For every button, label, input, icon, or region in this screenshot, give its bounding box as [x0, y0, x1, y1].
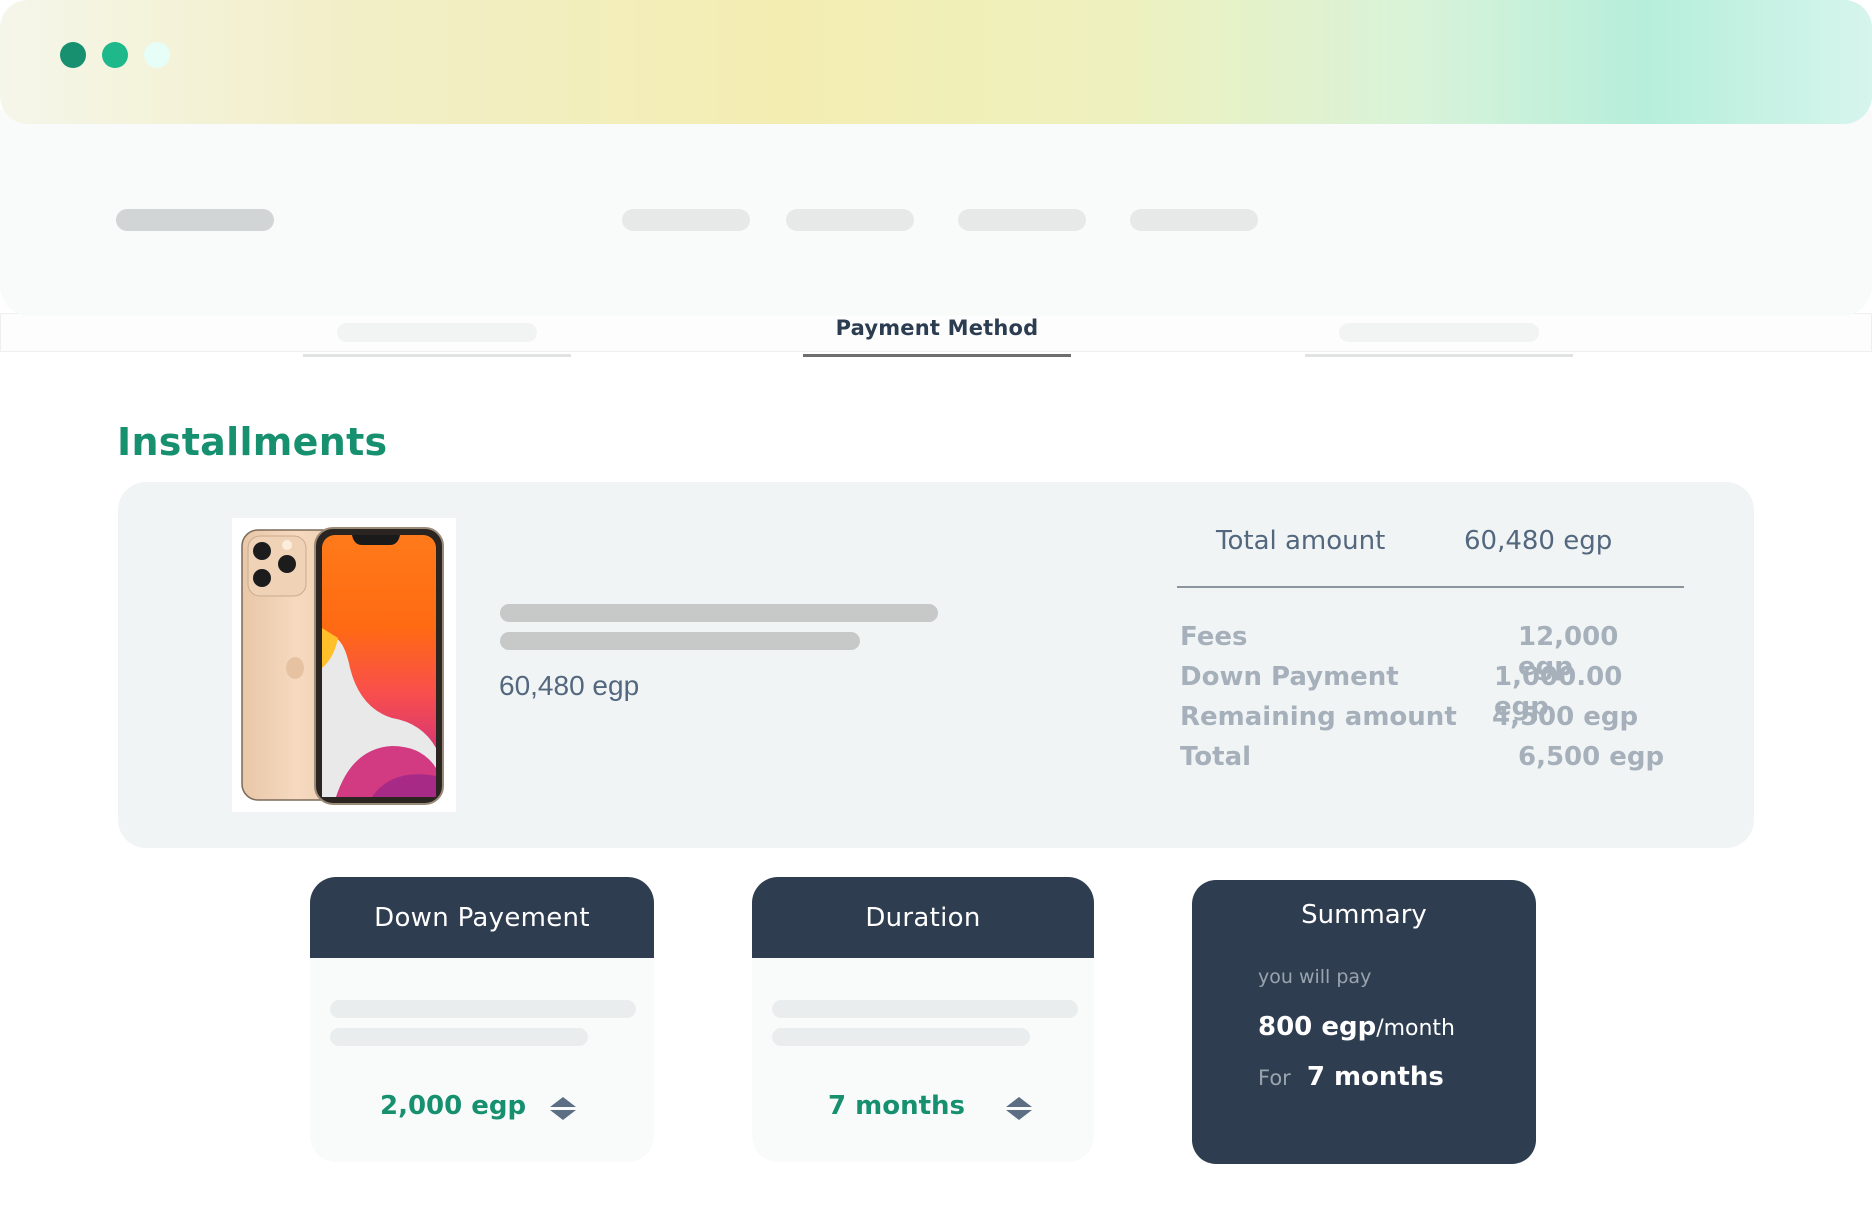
breakdown-row-fees: Fees 12,000 egp [1180, 622, 1680, 682]
nav-link-placeholder[interactable] [958, 209, 1086, 231]
description-placeholder [772, 1000, 1078, 1018]
divider [1177, 586, 1684, 588]
breakdown-label: Total [1180, 742, 1252, 772]
decrease-arrow-icon[interactable] [1006, 1110, 1032, 1120]
breakdown-value: 4,500 egp [1492, 702, 1639, 732]
tab-label: Payment Method [835, 316, 1039, 340]
monthly-amount-value: 800 egp [1258, 1012, 1377, 1042]
summary-subtitle: you will pay [1258, 966, 1372, 988]
monthly-amount-unit: /month [1376, 1016, 1456, 1041]
description-placeholder [330, 1028, 588, 1046]
tab-payment-method[interactable]: Payment Method [803, 314, 1071, 357]
stepper-icon[interactable] [550, 1097, 576, 1121]
product-subtitle-placeholder [500, 632, 860, 650]
for-label: For [1258, 1066, 1291, 1090]
product-title-placeholder [500, 604, 938, 622]
window-titlebar [0, 0, 1872, 124]
card-header: Duration [752, 877, 1094, 958]
card-title: Down Payement [374, 902, 590, 933]
window-minimize-button[interactable] [102, 42, 128, 68]
description-placeholder [772, 1028, 1030, 1046]
card-title: Duration [865, 902, 981, 933]
nav-link-placeholder[interactable] [622, 209, 750, 231]
duration-value[interactable]: 7 months [828, 1091, 965, 1121]
card-header: Down Payement [310, 877, 654, 958]
product-card: 60,480 egp Total amount 60,480 egp Fees … [118, 482, 1754, 848]
iphone-image-icon [241, 527, 444, 805]
nav-link-placeholder[interactable] [1130, 209, 1258, 231]
summary-card: Summary you will pay 800 egp/month For 7 … [1192, 880, 1536, 1164]
tab-underline [303, 354, 571, 357]
navbar [0, 110, 1872, 316]
increase-arrow-icon[interactable] [1006, 1097, 1032, 1107]
summary-title: Summary [1301, 900, 1427, 930]
total-amount-value: 60,480 egp [1464, 526, 1613, 556]
tab-active-underline [803, 354, 1071, 357]
window-maximize-button[interactable] [144, 42, 170, 68]
tab-label-placeholder [1339, 323, 1539, 342]
breakdown-label: Fees [1180, 622, 1248, 652]
nav-link-placeholder[interactable] [786, 209, 914, 231]
down-payment-card: Down Payement 2,000 egp [310, 877, 654, 1162]
description-placeholder [330, 1000, 636, 1018]
breakdown-row-down-payment: Down Payment 1,000.00 egp [1180, 662, 1680, 722]
breakdown-row-remaining-amount: Remaining amount 4,500 egp [1180, 702, 1680, 742]
breakdown-label: Remaining amount [1180, 702, 1457, 732]
tab-underline [1305, 354, 1573, 357]
total-amount-label: Total amount [1216, 526, 1386, 556]
summary-duration-value: 7 months [1306, 1062, 1444, 1092]
checkout-steps-tabs: Payment Method [0, 313, 1872, 357]
down-payment-value[interactable]: 2,000 egp [380, 1091, 526, 1121]
breakdown-row-total: Total 6,500 egp [1180, 742, 1680, 782]
breakdown-label: Down Payment [1180, 662, 1399, 692]
window-close-button[interactable] [60, 42, 86, 68]
page-title: Installments [117, 420, 388, 464]
product-image [232, 518, 456, 812]
decrease-arrow-icon[interactable] [550, 1110, 576, 1120]
tab-step-1[interactable] [303, 314, 571, 357]
monthly-amount: 800 egp/month [1258, 1012, 1455, 1042]
logo-placeholder[interactable] [116, 209, 274, 231]
product-price: 60,480 egp [499, 670, 640, 701]
tab-label-placeholder [337, 323, 537, 342]
stepper-icon[interactable] [1006, 1097, 1032, 1121]
summary-duration: For 7 months [1258, 1062, 1444, 1092]
breakdown-value: 6,500 egp [1518, 742, 1665, 772]
duration-card: Duration 7 months [752, 877, 1094, 1162]
tab-step-3[interactable] [1305, 314, 1573, 357]
increase-arrow-icon[interactable] [550, 1097, 576, 1107]
